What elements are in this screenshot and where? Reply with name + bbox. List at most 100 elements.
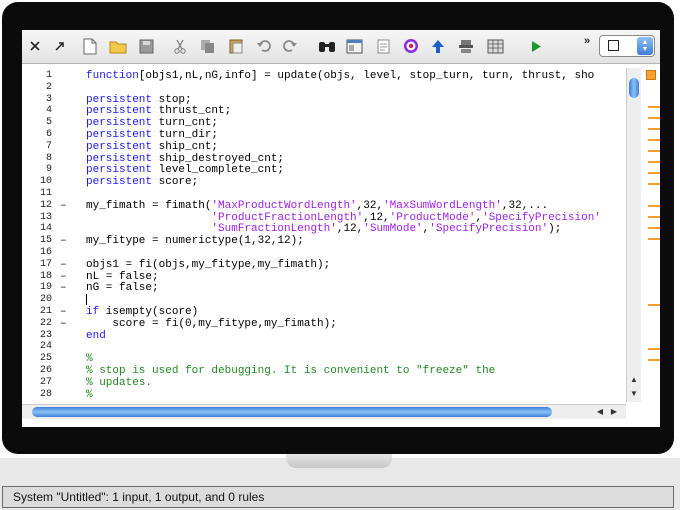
ruler-mark[interactable] — [648, 359, 660, 361]
code-line[interactable]: 6 persistent turn_dir; — [22, 129, 628, 141]
ruler-mark[interactable] — [648, 139, 660, 141]
code-line[interactable]: 2 — [22, 82, 628, 94]
line-number: 21 — [39, 306, 52, 317]
document-icon[interactable] — [372, 36, 394, 56]
vertical-scroll-thumb[interactable] — [629, 78, 639, 98]
code-line[interactable]: 7 persistent ship_cnt; — [22, 141, 628, 153]
target-icon[interactable] — [400, 36, 422, 56]
code-line[interactable]: 22– score = fi(0,my_fitype,my_fimath); — [22, 318, 628, 330]
ruler-mark[interactable] — [648, 117, 660, 119]
ruler-mark[interactable] — [648, 183, 660, 185]
toolbar-overflow-button[interactable]: » — [584, 35, 590, 47]
up-arrow-icon[interactable] — [427, 36, 449, 56]
code-line[interactable]: 25% — [22, 353, 628, 365]
find-icon[interactable] — [316, 36, 338, 56]
horizontal-scroll-thumb[interactable] — [32, 407, 552, 417]
code-line[interactable]: 14 'SumFractionLength',12,'SumMode','Spe… — [22, 223, 628, 235]
run-icon[interactable] — [525, 36, 547, 56]
code-line[interactable]: 9 persistent level_complete_cnt; — [22, 164, 628, 176]
redo-icon[interactable] — [279, 36, 301, 56]
toolbar: » ▲ ▼ — [22, 30, 660, 64]
code-text: % updates. — [86, 377, 152, 389]
code-line[interactable]: 1 function[objs1,nL,nG,info] = update(obj… — [22, 70, 628, 82]
code-line[interactable]: 18– nL = false; — [22, 271, 628, 283]
code-line[interactable]: 11 — [22, 188, 628, 200]
code-line[interactable]: 24 — [22, 341, 628, 353]
breakpoint-marker[interactable]: – — [60, 282, 67, 294]
code-line[interactable]: 19– nG = false; — [22, 282, 628, 294]
code-line[interactable]: 13 'ProductFractionLength',12,'ProductMo… — [22, 212, 628, 224]
breakpoint-marker[interactable]: – — [60, 271, 67, 283]
code-line[interactable]: 20 — [22, 294, 628, 306]
layers-icon[interactable] — [455, 36, 477, 56]
code-line[interactable]: 10 persistent score; — [22, 176, 628, 188]
line-number: 27 — [39, 376, 52, 388]
horizontal-scrollbar[interactable]: ◀ ▶ — [22, 404, 626, 419]
line-number: 25 — [39, 353, 52, 365]
code-line[interactable]: 8 persistent ship_destroyed_cnt; — [22, 153, 628, 165]
comment-token: % — [86, 353, 93, 366]
close-icon[interactable] — [24, 36, 46, 56]
breakpoint-marker[interactable]: – — [60, 259, 67, 271]
code-line[interactable]: 26 % stop is used for debugging. It is co… — [22, 365, 628, 377]
code-line[interactable]: 3 persistent stop; — [22, 94, 628, 106]
open-folder-icon[interactable] — [107, 36, 129, 56]
ruler-mark[interactable] — [648, 161, 660, 163]
code-line[interactable]: 21– if isempty(score) — [22, 306, 628, 318]
ruler-mark[interactable] — [648, 205, 660, 207]
code-line[interactable]: 5 persistent turn_cnt; — [22, 117, 628, 129]
status-bar: System "Untitled": 1 input, 1 output, an… — [2, 486, 674, 508]
ruler-mark[interactable] — [648, 150, 660, 152]
pin-icon[interactable] — [48, 36, 70, 56]
save-icon[interactable] — [135, 36, 157, 56]
overview-ruler — [642, 68, 660, 402]
breakpoint-marker[interactable]: – — [60, 235, 67, 247]
breakpoint-marker[interactable]: – — [60, 200, 67, 212]
code-text: 'SumFractionLength',12,'SumMode','Specif… — [86, 223, 561, 235]
code-token: ship_destroyed_cnt; — [152, 152, 285, 165]
code-line[interactable]: 27 % updates. — [22, 377, 628, 389]
ruler-mark[interactable] — [648, 172, 660, 174]
code-line[interactable]: 4 persistent thrust_cnt; — [22, 105, 628, 117]
ruler-mark[interactable] — [648, 216, 660, 218]
breakpoint-marker[interactable]: – — [60, 306, 67, 318]
undo-icon[interactable] — [253, 36, 275, 56]
copy-icon[interactable] — [197, 36, 219, 56]
code-line[interactable]: 23 end — [22, 330, 628, 342]
ruler-mark[interactable] — [648, 128, 660, 130]
grid-icon[interactable] — [484, 36, 506, 56]
code-token: nL = false; — [86, 270, 159, 283]
code-token: objs1 = fi(objs,my_fitype,my_fimath); — [86, 258, 331, 271]
code-text: persistent level_complete_cnt; — [86, 164, 284, 176]
scroll-up-arrow-icon[interactable]: ▲ — [627, 374, 641, 386]
layout-selector[interactable]: ▲ ▼ — [599, 35, 655, 57]
ruler-mark[interactable] — [648, 106, 660, 108]
string-token: 'SumMode' — [363, 223, 423, 236]
keyword-token: persistent — [86, 117, 153, 130]
vertical-scrollbar[interactable]: ▲ ▼ — [626, 68, 641, 402]
code-editor[interactable]: 1 function[objs1,nL,nG,info] = update(obj… — [22, 68, 628, 402]
new-file-icon[interactable] — [79, 36, 101, 56]
ruler-mark[interactable] — [648, 304, 660, 306]
paste-icon[interactable] — [225, 36, 247, 56]
scroll-down-arrow-icon[interactable]: ▼ — [627, 388, 641, 400]
code-text: nL = false; — [86, 271, 159, 283]
ruler-mark[interactable] — [648, 227, 660, 229]
ruler-mark[interactable] — [648, 348, 660, 350]
breakpoint-marker[interactable]: – — [60, 318, 67, 330]
window-icon[interactable] — [343, 36, 365, 56]
scroll-right-arrow-icon[interactable]: ▶ — [608, 406, 620, 418]
code-line[interactable]: 12– my_fimath = fimath('MaxProductWordLen… — [22, 200, 628, 212]
code-token: isempty(score) — [99, 306, 199, 318]
ruler-mark[interactable] — [648, 238, 660, 240]
code-line[interactable]: 28% — [22, 389, 628, 401]
line-number: 18 — [39, 270, 52, 282]
scroll-left-arrow-icon[interactable]: ◀ — [594, 406, 606, 418]
warning-indicator-icon[interactable] — [646, 70, 656, 80]
code-line[interactable]: 17– objs1 = fi(objs,my_fitype,my_fimath); — [22, 259, 628, 271]
code-token: ); — [548, 223, 562, 236]
code-token: thrust_cnt; — [152, 105, 232, 118]
code-line[interactable]: 15– my_fitype = numerictype(1,32,12); — [22, 235, 628, 247]
code-line[interactable]: 16 — [22, 247, 628, 259]
cut-icon[interactable] — [169, 36, 191, 56]
